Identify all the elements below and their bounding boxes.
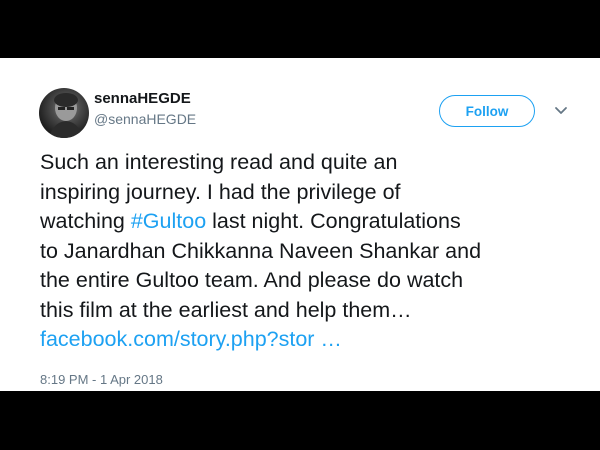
- author-display-name[interactable]: sennaHEGDE: [94, 90, 191, 107]
- avatar[interactable]: [39, 88, 89, 138]
- follow-button[interactable]: Follow: [439, 95, 535, 127]
- tweet-timestamp[interactable]: 8:19 PM - 1 Apr 2018: [40, 372, 163, 387]
- hashtag-link[interactable]: #Gultoo: [131, 209, 206, 233]
- tweet-card: sennaHEGDE @sennaHEGDE Follow Such an in…: [0, 58, 600, 391]
- external-link[interactable]: facebook.com/story.php?stor …: [40, 327, 342, 351]
- chevron-down-icon[interactable]: [553, 102, 569, 118]
- tweet-text: Such an interesting read and quite an in…: [40, 148, 580, 355]
- author-handle[interactable]: @sennaHEGDE: [94, 111, 196, 127]
